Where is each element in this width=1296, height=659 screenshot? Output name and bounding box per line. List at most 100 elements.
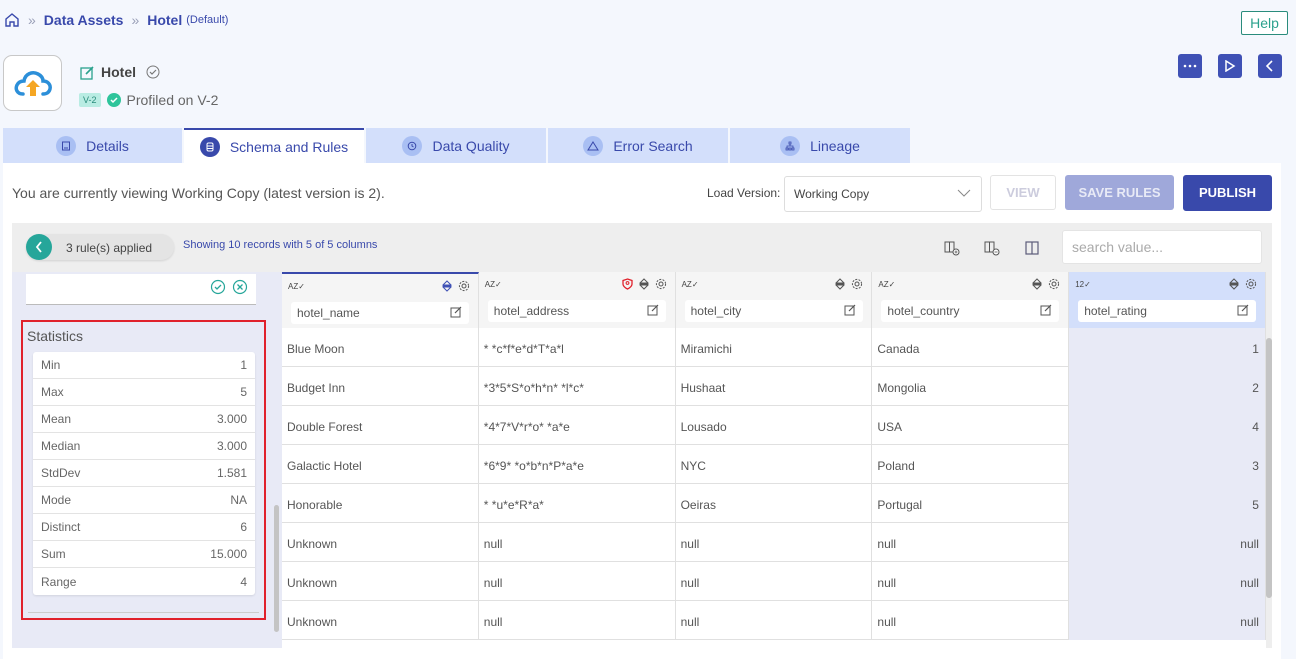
cell-hotel_name[interactable]: Unknown [282,601,479,640]
tab-data-quality[interactable]: Data Quality [366,128,546,163]
gear-icon[interactable] [851,277,863,295]
gear-icon[interactable] [458,279,470,297]
cell-hotel_country[interactable]: Portugal [872,484,1070,523]
filter-input[interactable] [26,274,256,305]
cell-hotel_rating[interactable]: null [1069,523,1266,562]
tab-label: Schema and Rules [229,138,349,155]
cell-hotel_address[interactable]: *3*5*S*o*h*n* *l*c* [479,367,676,406]
cell-hotel_country[interactable]: USA [872,406,1070,445]
cell-hotel_rating[interactable]: null [1069,601,1266,640]
chevron-left-icon[interactable] [26,234,52,260]
clear-icon[interactable] [232,279,248,295]
cell-hotel_country[interactable]: null [872,601,1070,640]
edit-icon[interactable] [647,304,659,319]
table-row: Unknown null null null null [282,562,1266,601]
column-name-field[interactable]: hotel_name [291,302,469,324]
sort-icon[interactable] [638,277,649,295]
sort-icon[interactable] [441,279,453,297]
cell-hotel_rating[interactable]: 5 [1069,484,1266,523]
gear-icon[interactable] [655,277,667,295]
top-actions [1178,54,1282,78]
shield-icon[interactable] [621,277,633,295]
run-button[interactable] [1218,54,1242,78]
edit-icon[interactable] [1237,304,1249,319]
cell-hotel_city[interactable]: null [676,562,873,601]
cell-hotel_rating[interactable]: 3 [1069,445,1266,484]
cell-hotel_rating[interactable]: null [1069,562,1266,601]
cell-hotel_rating[interactable]: 1 [1069,328,1266,367]
gear-icon[interactable] [1048,277,1060,295]
edit-icon[interactable] [450,306,462,321]
load-version-select[interactable]: Working Copy [784,176,982,212]
cell-hotel_address[interactable]: null [479,562,676,601]
cell-hotel_city[interactable]: Miramichi [676,328,873,367]
cell-hotel_city[interactable]: null [676,523,873,562]
collapse-button[interactable] [1258,54,1282,78]
cell-hotel_address[interactable]: null [479,523,676,562]
search-input[interactable]: search value... [1062,230,1262,264]
table-scrollbar[interactable] [1266,338,1272,598]
cell-hotel_country[interactable]: null [872,562,1070,601]
cell-hotel_name[interactable]: Double Forest [282,406,479,445]
cell-hotel_city[interactable]: null [676,601,873,640]
cell-hotel_name[interactable]: Budget Inn [282,367,479,406]
stat-row-sum: Sum 15.000 [33,541,255,568]
tab-label: Details [86,137,129,154]
tab-details[interactable]: Details [3,128,182,163]
help-button[interactable]: Help [1241,11,1288,35]
add-column-icon[interactable] [944,240,960,256]
columns-icon[interactable] [1024,240,1040,256]
cell-hotel_country[interactable]: Poland [872,445,1070,484]
cell-hotel_city[interactable]: Lousado [676,406,873,445]
stat-row-max: Max 5 [33,379,255,406]
cell-hotel_name[interactable]: Galactic Hotel [282,445,479,484]
stat-row-range: Range 4 [33,568,255,595]
cell-hotel_city[interactable]: Hushaat [676,367,873,406]
cell-hotel_name[interactable]: Blue Moon [282,328,479,367]
column-name-field[interactable]: hotel_country [881,300,1060,322]
tab-schema-and-rules[interactable]: Schema and Rules [184,128,364,163]
save-rules-button[interactable]: SAVE RULES [1065,175,1174,210]
publish-button[interactable]: PUBLISH [1183,175,1272,211]
cell-hotel_address[interactable]: null [479,601,676,640]
cell-hotel_rating[interactable]: 2 [1069,367,1266,406]
cell-hotel_address[interactable]: * *u*e*R*a* [479,484,676,523]
cell-hotel_address[interactable]: * *c*f*e*d*T*a*l [479,328,676,367]
gear-icon[interactable] [1245,277,1257,295]
column-name: hotel_country [887,304,960,318]
divider [28,612,259,613]
stat-value: 15.000 [210,547,247,561]
cell-hotel_name[interactable]: Unknown [282,523,479,562]
cell-hotel_country[interactable]: null [872,523,1070,562]
sort-icon[interactable] [835,277,846,295]
cell-hotel_country[interactable]: Canada [872,328,1070,367]
cell-hotel_city[interactable]: Oeiras [676,484,873,523]
breadcrumb: » Data Assets » Hotel (Default) [4,12,228,28]
edit-icon[interactable] [844,304,856,319]
cell-hotel_city[interactable]: NYC [676,445,873,484]
cell-hotel_rating[interactable]: 4 [1069,406,1266,445]
remove-column-icon[interactable] [984,240,1000,256]
more-button[interactable] [1178,54,1202,78]
rules-applied-pill[interactable]: 3 rule(s) applied [26,234,174,260]
confirm-icon[interactable] [210,279,226,295]
tab-lineage[interactable]: Lineage [730,128,910,163]
cell-hotel_name[interactable]: Honorable [282,484,479,523]
breadcrumb-hotel[interactable]: Hotel [147,12,182,28]
column-name-field[interactable]: hotel_city [684,300,863,322]
edit-icon[interactable] [1040,304,1052,319]
cell-hotel_country[interactable]: Mongolia [872,367,1070,406]
cell-hotel_name[interactable]: Unknown [282,562,479,601]
column-name-field[interactable]: hotel_address [487,300,666,322]
view-button[interactable]: VIEW [990,175,1056,210]
edit-icon[interactable] [80,65,95,80]
breadcrumb-data-assets[interactable]: Data Assets [44,12,124,28]
panel-scrollbar[interactable] [274,505,279,632]
cell-hotel_address[interactable]: *6*9* *o*b*n*P*a*e [479,445,676,484]
tab-error-search[interactable]: Error Search [548,128,728,163]
sort-icon[interactable] [1031,277,1043,295]
column-name-field[interactable]: hotel_rating [1078,300,1257,322]
cell-hotel_address[interactable]: *4*7*V*r*o* *a*e [479,406,676,445]
home-icon[interactable] [4,12,20,28]
sort-icon[interactable] [1228,277,1240,295]
